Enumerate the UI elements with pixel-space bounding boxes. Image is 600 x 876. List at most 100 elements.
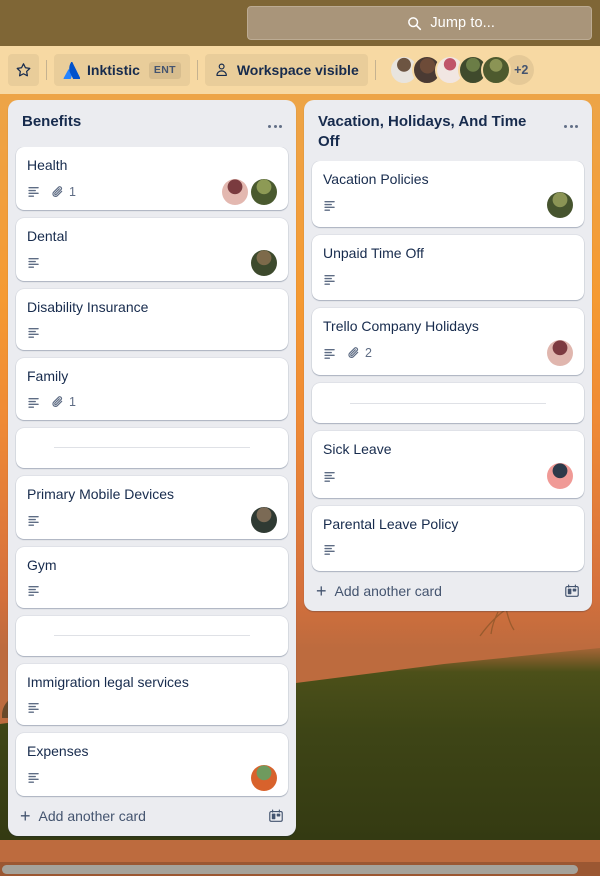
scrollbar-thumb[interactable] xyxy=(2,865,578,874)
attachment-count: 1 xyxy=(69,395,76,410)
card-avatar-6[interactable] xyxy=(547,192,573,219)
board-members: +2 xyxy=(388,55,534,85)
card-description-badge xyxy=(323,198,338,213)
card-footer xyxy=(27,764,277,791)
card-template-icon[interactable] xyxy=(564,583,580,599)
paperclip-icon xyxy=(51,395,65,409)
header-divider-1 xyxy=(46,60,47,80)
card-family[interactable]: Family 1 xyxy=(16,358,288,420)
description-icon xyxy=(27,700,42,715)
card-title: Dental xyxy=(27,228,68,245)
card-title: Unpaid Time Off xyxy=(323,245,424,262)
add-card-label: Add another card xyxy=(334,582,442,599)
card-attachment-badge: 2 xyxy=(347,346,372,360)
description-icon xyxy=(27,255,42,270)
header-divider-3 xyxy=(374,60,376,80)
workspace-plan-badge: ENT xyxy=(148,61,181,79)
card-gym[interactable]: Gym xyxy=(16,546,288,608)
card-members xyxy=(251,764,277,791)
card-separator-2[interactable] xyxy=(16,615,288,656)
workspace-visible-icon xyxy=(214,62,230,78)
card-footer xyxy=(27,696,277,720)
card-description-badge xyxy=(323,542,338,557)
description-icon xyxy=(27,395,42,410)
card-template-icon[interactable] xyxy=(268,808,284,824)
card-members xyxy=(251,507,277,534)
card-avatar-1[interactable] xyxy=(222,178,248,205)
description-icon xyxy=(27,583,42,598)
card-title: Expenses xyxy=(27,742,89,759)
card-footer xyxy=(27,249,277,276)
star-board-button[interactable] xyxy=(8,54,39,86)
card-members xyxy=(222,178,277,205)
card-dental[interactable]: Dental xyxy=(16,218,288,282)
paperclip-icon xyxy=(51,185,65,199)
browser-top-bar: Jump to... xyxy=(0,0,600,46)
card-separator-3[interactable] xyxy=(312,383,584,424)
card-attachment-badge: 1 xyxy=(51,185,76,199)
card-avatar-8[interactable] xyxy=(547,463,573,490)
workspace-name: Inktistic xyxy=(87,62,140,78)
card-immigration-legal-services[interactable]: Immigration legal services xyxy=(16,663,288,725)
card-description-badge xyxy=(27,513,42,528)
description-icon xyxy=(323,346,338,361)
description-icon xyxy=(27,513,42,528)
card-footer: 1 xyxy=(27,178,277,205)
card-title: Primary Mobile Devices xyxy=(27,485,175,502)
card-title: Health xyxy=(27,157,68,173)
card-description-badge xyxy=(323,346,338,361)
board-horizontal-scrollbar[interactable] xyxy=(0,862,600,876)
card-title: Disability Insurance xyxy=(27,299,149,316)
list-header: Vacation, Holidays, And Time Off xyxy=(304,100,592,161)
board-canvas: Benefits Health 1 Dental Disability Insuranc… xyxy=(0,94,600,840)
card-footer xyxy=(27,507,277,534)
card-avatar-2[interactable] xyxy=(251,178,277,205)
separator-line xyxy=(54,447,250,448)
card-footer xyxy=(323,538,573,562)
card-disability-insurance[interactable]: Disability Insurance xyxy=(16,289,288,351)
card-description-badge xyxy=(27,184,42,199)
card-expenses[interactable]: Expenses xyxy=(16,732,288,796)
plus-icon: + xyxy=(316,580,327,601)
description-icon xyxy=(27,325,42,340)
card-footer xyxy=(27,578,277,602)
board-visibility-button[interactable]: Workspace visible xyxy=(204,54,368,86)
card-parental-leave-policy[interactable]: Parental Leave Policy xyxy=(312,506,584,571)
card-sick-leave[interactable]: Sick Leave xyxy=(312,431,584,499)
list-header: Benefits xyxy=(8,100,296,147)
card-trello-company-holidays[interactable]: Trello Company Holidays 2 xyxy=(312,308,584,376)
add-card-button[interactable]: + Add another card xyxy=(8,798,296,836)
card-unpaid-time-off[interactable]: Unpaid Time Off xyxy=(312,235,584,301)
separator-line xyxy=(350,402,546,404)
card-footer: 2 xyxy=(323,340,573,367)
member-avatar-5[interactable] xyxy=(480,55,511,85)
card-avatar-3[interactable] xyxy=(251,249,277,276)
list-vacation-holidays-and-time-off: Vacation, Holidays, And Time Off Vacation… xyxy=(304,100,592,611)
card-primary-mobile-devices[interactable]: Primary Mobile Devices xyxy=(16,475,288,539)
plus-icon: + xyxy=(20,806,31,826)
list-cards[interactable]: Vacation Policies Unpaid Time Off Trello C… xyxy=(304,160,592,573)
add-card-button[interactable]: + Add another card xyxy=(304,573,592,611)
card-separator-1[interactable] xyxy=(16,427,288,468)
list-menu-icon[interactable] xyxy=(558,113,584,139)
atlassian-logo-icon xyxy=(63,61,80,79)
list-cards[interactable]: Health 1 Dental Disability Insurance Family 1… xyxy=(8,147,296,798)
card-description-badge xyxy=(27,325,42,340)
card-title: Gym xyxy=(27,556,57,573)
card-footer xyxy=(27,321,277,345)
workspace-button[interactable]: Inktistic ENT xyxy=(54,54,190,86)
search-input[interactable]: Jump to... xyxy=(247,6,592,40)
card-footer xyxy=(323,267,573,291)
card-title: Trello Company Holidays xyxy=(323,318,479,335)
card-members xyxy=(251,249,277,276)
card-health[interactable]: Health 1 xyxy=(16,147,288,211)
list-title[interactable]: Benefits xyxy=(22,112,256,132)
list-menu-icon[interactable] xyxy=(262,113,288,139)
list-title[interactable]: Vacation, Holidays, And Time Off xyxy=(318,112,552,153)
card-avatar-4[interactable] xyxy=(251,507,277,534)
card-vacation-policies[interactable]: Vacation Policies xyxy=(312,160,584,228)
card-avatar-7[interactable] xyxy=(547,340,573,367)
search-icon xyxy=(407,16,422,31)
card-avatar-5[interactable] xyxy=(251,764,277,791)
card-description-badge xyxy=(27,700,42,715)
